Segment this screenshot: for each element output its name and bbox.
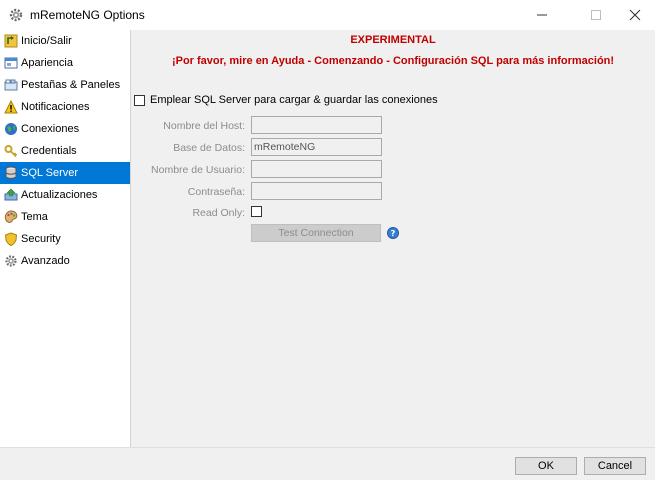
- password-input[interactable]: [251, 182, 382, 200]
- tabs-icon: [4, 78, 18, 92]
- use-sql-option[interactable]: Emplear SQL Server para cargar & guardar…: [134, 94, 438, 106]
- readonly-label: Read Only:: [192, 207, 245, 219]
- sidebar-item-updates[interactable]: Actualizaciones: [0, 184, 130, 206]
- sidebar-item-notifications[interactable]: Notificaciones: [0, 96, 130, 118]
- sidebar-item-label: Inicio/Salir: [21, 35, 72, 47]
- use-sql-label: Emplear SQL Server para cargar & guardar…: [150, 94, 438, 106]
- sidebar-item-label: SQL Server: [21, 167, 79, 179]
- sidebar-item-label: Apariencia: [21, 57, 73, 69]
- sidebar-item-label: Conexiones: [21, 123, 80, 135]
- shield-icon: [4, 232, 18, 246]
- ok-button[interactable]: OK: [515, 457, 577, 475]
- dialog-footer: OK Cancel: [0, 447, 655, 480]
- cancel-button[interactable]: Cancel: [584, 457, 646, 475]
- readonly-checkbox[interactable]: [251, 206, 262, 217]
- database-icon: [4, 166, 18, 180]
- sql-server-panel: EXPERIMENTAL ¡Por favor, mire en Ayuda -…: [131, 30, 655, 447]
- sidebar-item-startup[interactable]: Inicio/Salir: [0, 30, 130, 52]
- palette-icon: [4, 210, 18, 224]
- sidebar-item-label: Security: [21, 233, 61, 245]
- sidebar-item-label: Actualizaciones: [21, 189, 98, 201]
- username-label: Nombre de Usuario:: [151, 164, 245, 176]
- appearance-icon: [4, 56, 18, 70]
- sidebar-item-tabs[interactable]: Pestañas & Paneles: [0, 74, 130, 96]
- host-input[interactable]: [251, 116, 382, 134]
- svg-text:?: ?: [391, 229, 396, 238]
- host-label: Nombre del Host:: [163, 120, 245, 132]
- title-bar: mRemoteNG Options: [0, 0, 655, 30]
- help-icon[interactable]: ?: [387, 227, 399, 239]
- sidebar-item-label: Avanzado: [21, 255, 70, 267]
- window-title: mRemoteNG Options: [30, 8, 145, 22]
- sidebar-item-security[interactable]: Security: [0, 228, 130, 250]
- gear-icon: [4, 254, 18, 268]
- options-sidebar: Inicio/Salir Apariencia Pestañas & Panel…: [0, 30, 131, 447]
- sidebar-item-connections[interactable]: Conexiones: [0, 118, 130, 140]
- sidebar-item-appearance[interactable]: Apariencia: [0, 52, 130, 74]
- password-label: Contraseña:: [187, 186, 245, 198]
- sidebar-item-credentials[interactable]: Credentials: [0, 140, 130, 162]
- sidebar-item-sql-server[interactable]: SQL Server: [0, 162, 130, 184]
- update-icon: [4, 188, 18, 202]
- use-sql-checkbox[interactable]: [134, 94, 145, 106]
- sidebar-item-label: Pestañas & Paneles: [21, 79, 121, 91]
- database-input[interactable]: [251, 138, 382, 156]
- warning-icon: [4, 100, 18, 114]
- help-message: ¡Por favor, mire en Ayuda - Comenzando -…: [171, 55, 615, 67]
- startup-icon: [4, 34, 18, 48]
- sidebar-item-label: Credentials: [21, 145, 77, 157]
- globe-icon: [4, 122, 18, 136]
- sidebar-item-label: Tema: [21, 211, 48, 223]
- test-connection-button[interactable]: Test Connection: [251, 224, 381, 242]
- sidebar-item-advanced[interactable]: Avanzado: [0, 250, 130, 272]
- database-label: Base de Datos:: [173, 142, 245, 154]
- key-icon: [4, 144, 18, 158]
- username-input[interactable]: [251, 160, 382, 178]
- sidebar-item-theme[interactable]: Tema: [0, 206, 130, 228]
- gear-icon: [8, 7, 24, 23]
- close-button[interactable]: [612, 0, 655, 30]
- experimental-warning: EXPERIMENTAL: [350, 34, 436, 46]
- sidebar-item-label: Notificaciones: [21, 101, 90, 113]
- minimize-button[interactable]: [519, 0, 565, 30]
